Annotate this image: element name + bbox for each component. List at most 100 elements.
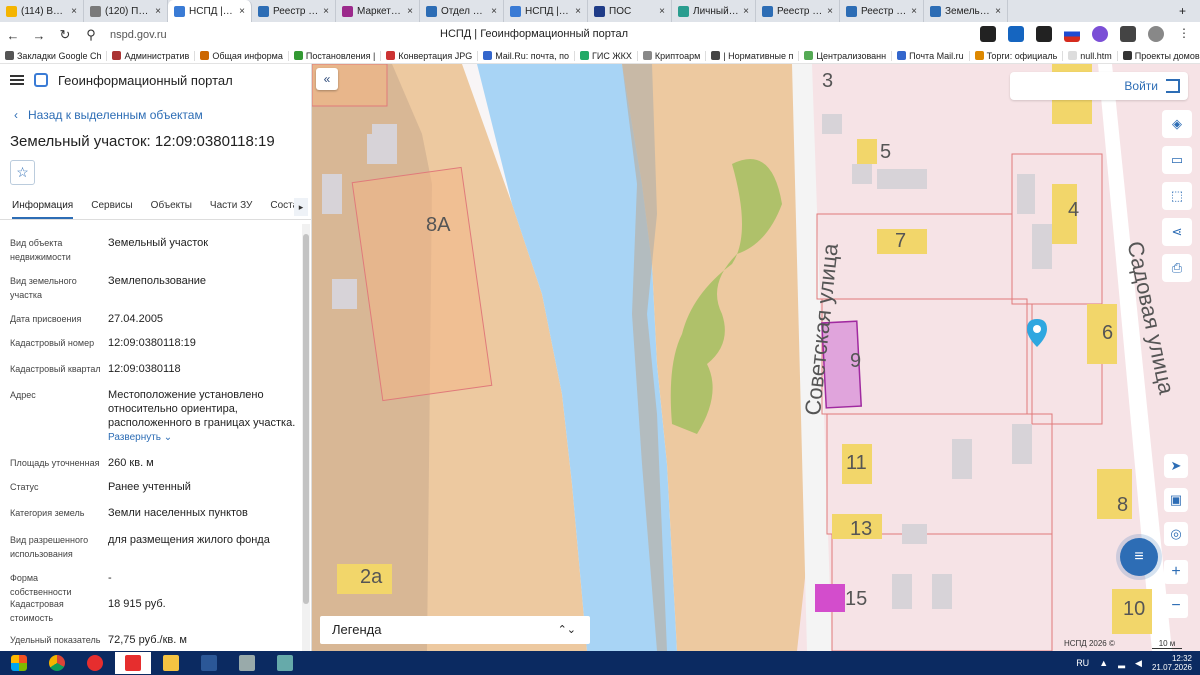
forward-icon[interactable]: → [26, 28, 52, 43]
browser-tab[interactable]: Личный кабин × [672, 0, 756, 22]
extension-icon[interactable] [980, 26, 996, 42]
close-tab-icon[interactable]: × [239, 6, 245, 17]
extension-icon[interactable] [1036, 26, 1052, 42]
bookmark-icon [580, 51, 590, 60]
yandex-browser-icon[interactable] [77, 652, 113, 674]
tab-services[interactable]: Сервисы [91, 194, 132, 219]
new-tab-button[interactable]: + [1179, 4, 1186, 18]
chat-button[interactable]: ≡ [1120, 538, 1158, 576]
chrome-icon[interactable] [39, 652, 75, 674]
browser-tab[interactable]: ПОС × [588, 0, 672, 22]
accessibility-icon[interactable]: ◎ [1164, 522, 1188, 546]
reload-icon[interactable]: ↻ [52, 27, 78, 43]
browser-tab[interactable]: Земельный уча × [924, 0, 1008, 22]
bookmark-item[interactable]: | Нормативные п [706, 50, 800, 61]
volume-icon[interactable]: ◀ [1135, 658, 1142, 669]
close-tab-icon[interactable]: × [71, 6, 77, 17]
tabs-scroll-right-icon[interactable]: ▸ [294, 198, 308, 216]
site-info-icon[interactable]: ⚲ [78, 27, 104, 43]
layers-icon[interactable]: ◈ [1162, 110, 1192, 138]
collapse-panel-button[interactable]: « [316, 68, 338, 90]
flag-icon[interactable] [1064, 26, 1080, 42]
tray-arrow-icon[interactable]: ▲ [1099, 658, 1108, 668]
bookmark-item[interactable]: Почта Mail.ru [892, 50, 970, 61]
expand-address-link[interactable]: Развернуть ⌄ [108, 432, 172, 443]
zoom-in-button[interactable]: + [1164, 560, 1188, 584]
close-tab-icon[interactable]: × [323, 6, 329, 17]
browser-tab[interactable]: Реестр извещ × [840, 0, 924, 22]
clock[interactable]: 12:32 21.07.2026 [1152, 654, 1192, 672]
hamburger-menu-icon[interactable] [10, 75, 24, 85]
expand-label: Развернуть [108, 432, 162, 443]
start-button[interactable] [1, 652, 37, 674]
browser-tab[interactable]: Реестр лотов× [252, 0, 336, 22]
browser-tab[interactable]: Отдел управле× [420, 0, 504, 22]
browser-tab[interactable]: Реестр извещ × [756, 0, 840, 22]
house-number: 2а [360, 566, 383, 588]
locate-icon[interactable]: ➤ [1164, 454, 1188, 478]
bookmark-item[interactable]: Mail.Ru: почта, по [478, 50, 576, 61]
map-canvas[interactable] [312, 64, 1200, 651]
browser-tab[interactable]: (114) Входящи × [0, 0, 84, 22]
network-icon[interactable]: ▂ [1118, 658, 1125, 669]
browser-tab[interactable]: НСПД | Гео × [168, 0, 252, 22]
favorite-star-button[interactable]: ☆ [10, 160, 35, 185]
tab-parts[interactable]: Части ЗУ [210, 194, 252, 219]
legend-dropdown[interactable]: Легенда ⌃⌄ [320, 616, 590, 644]
word-icon[interactable] [191, 652, 227, 674]
browser-tab[interactable]: НСПД | Геоинф × [504, 0, 588, 22]
panel-scrollbar[interactable] [302, 224, 310, 651]
zoom-out-button[interactable]: − [1164, 594, 1188, 618]
extensions-puzzle-icon[interactable] [1120, 26, 1136, 42]
map-view[interactable]: Советская улица Садовая улица 3 5 7 4 6 … [312, 64, 1200, 651]
print-icon[interactable]: ⎙ [1162, 254, 1192, 282]
bookmark-item[interactable]: Общая информа [195, 50, 289, 61]
close-tab-icon[interactable]: × [911, 6, 917, 17]
close-tab-icon[interactable]: × [575, 6, 581, 17]
bookmark-item[interactable]: Административ [107, 50, 196, 61]
file-explorer-icon[interactable] [153, 652, 189, 674]
network-app-icon[interactable] [229, 652, 265, 674]
bookmark-item[interactable]: Проекты домов - [1118, 51, 1200, 61]
bookmark-item[interactable]: null.htm [1063, 50, 1118, 61]
close-tab-icon[interactable]: × [491, 6, 497, 17]
bookmark-item[interactable]: Конвертация JPG [381, 50, 479, 61]
basemap-icon[interactable]: ▣ [1164, 488, 1188, 512]
paint-icon[interactable] [267, 652, 303, 674]
back-to-selection-link[interactable]: ‹ Назад к выделенным объектам [14, 108, 203, 122]
browser-tab[interactable]: Маркетплейс × [336, 0, 420, 22]
close-tab-icon[interactable]: × [743, 6, 749, 17]
chevron-down-icon: ⌄ [163, 432, 173, 443]
extension-icon[interactable] [1092, 26, 1108, 42]
close-tab-icon[interactable]: × [407, 6, 413, 17]
tab-objects[interactable]: Объекты [151, 194, 192, 219]
login-button[interactable]: Войти [1010, 72, 1188, 100]
tab-title: (114) Входящи [21, 5, 67, 17]
bookmark-item[interactable]: Централизованн [799, 50, 893, 61]
browser-tab[interactable]: (120) Почтовы × [84, 0, 168, 22]
close-tab-icon[interactable]: × [659, 6, 665, 17]
tab-info[interactable]: Информация [12, 194, 74, 219]
close-tab-icon[interactable]: × [827, 6, 833, 17]
extension-icon[interactable] [1008, 26, 1024, 42]
house-number: 7 [895, 230, 907, 252]
scrollbar-thumb[interactable] [303, 234, 309, 604]
select-area-icon[interactable]: ⬚ [1162, 182, 1192, 210]
house-number: 13 [850, 518, 873, 540]
url-field[interactable]: nspd.gov.ru [110, 29, 167, 41]
profile-avatar[interactable] [1148, 26, 1164, 42]
back-icon[interactable]: ← [0, 28, 26, 43]
measure-icon[interactable]: ▭ [1162, 146, 1192, 174]
house-number: 6 [1102, 322, 1114, 344]
close-tab-icon[interactable]: × [995, 6, 1001, 17]
close-tab-icon[interactable]: × [155, 6, 161, 17]
bookmark-item[interactable]: Торги: официаль [970, 50, 1064, 61]
yandex-icon[interactable] [115, 652, 151, 674]
bookmark-item[interactable]: Постановления | [289, 50, 382, 61]
bookmark-item[interactable]: Закладки Google Ch [0, 50, 108, 61]
bookmark-item[interactable]: ГИС ЖКХ [575, 50, 638, 61]
menu-icon[interactable]: ⋮ [1176, 26, 1192, 42]
bookmark-item[interactable]: Криптоарм [638, 50, 707, 61]
share-icon[interactable]: ⋖ [1162, 218, 1192, 246]
language-indicator[interactable]: RU [1076, 658, 1089, 668]
